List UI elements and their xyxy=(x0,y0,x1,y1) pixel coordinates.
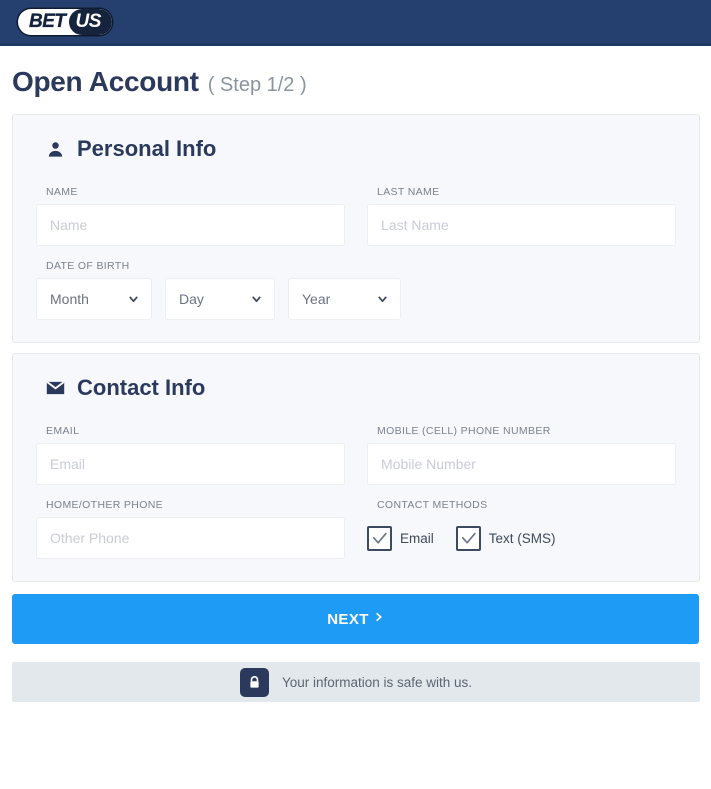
dob-label: DATE OF BIRTH xyxy=(46,260,130,272)
personal-info-title: Personal Info xyxy=(77,136,217,161)
other-phone-input[interactable] xyxy=(36,517,345,559)
dob-field-group: DATE OF BIRTH Month Day Year xyxy=(36,260,676,320)
mobile-input[interactable] xyxy=(367,443,676,485)
personal-info-heading: Personal Info xyxy=(44,136,676,162)
name-label: NAME xyxy=(46,186,78,198)
page-title: Open Account ( Step 1/2 ) xyxy=(0,46,711,114)
contact-info-heading: Contact Info xyxy=(44,375,676,401)
contact-method-email-label: Email xyxy=(400,530,434,546)
contact-methods-checkboxes: Email Text (SMS) xyxy=(367,517,676,559)
name-field-group: NAME xyxy=(36,186,345,246)
dob-selects: Month Day Year xyxy=(36,278,676,320)
other-phone-methods-row: HOME/OTHER PHONE CONTACT METHODS Email T… xyxy=(36,499,676,559)
next-button-content: NEXT xyxy=(327,610,384,628)
person-icon xyxy=(44,138,66,160)
mobile-label: MOBILE (CELL) PHONE NUMBER xyxy=(377,425,551,437)
contact-methods-group: CONTACT METHODS Email Text (SMS) xyxy=(367,499,676,559)
mobile-field-group: MOBILE (CELL) PHONE NUMBER xyxy=(367,425,676,485)
logo-text-us: US xyxy=(68,8,112,35)
chevron-right-icon xyxy=(373,610,384,628)
other-phone-field-group: HOME/OTHER PHONE xyxy=(36,499,345,559)
logo-text-bet: BET xyxy=(29,10,66,32)
checkbox-checked-icon[interactable] xyxy=(455,525,481,551)
dob-year-select[interactable]: Year xyxy=(288,278,401,320)
contact-methods-label: CONTACT METHODS xyxy=(377,499,488,511)
email-mobile-row: EMAIL MOBILE (CELL) PHONE NUMBER xyxy=(36,425,676,485)
name-row: NAME LAST NAME xyxy=(36,186,676,246)
brand-header-bar: BET US xyxy=(0,0,711,46)
next-button[interactable]: NEXT xyxy=(12,594,699,644)
betus-logo[interactable]: BET US xyxy=(18,8,112,35)
email-label: EMAIL xyxy=(46,425,80,437)
dob-year-wrap: Year xyxy=(288,278,401,320)
dob-month-wrap: Month xyxy=(36,278,152,320)
name-input[interactable] xyxy=(36,204,345,246)
step-indicator: ( Step 1/2 ) xyxy=(207,74,307,96)
security-notice: Your information is safe with us. xyxy=(12,662,700,702)
contact-method-email[interactable]: Email xyxy=(367,525,434,551)
dob-day-wrap: Day xyxy=(165,278,275,320)
next-button-label: NEXT xyxy=(327,610,369,628)
contact-info-panel: Contact Info EMAIL MOBILE (CELL) PHONE N… xyxy=(12,353,700,582)
lock-icon xyxy=(239,667,269,697)
email-input[interactable] xyxy=(36,443,345,485)
checkbox-checked-icon[interactable] xyxy=(367,525,392,551)
security-notice-text: Your information is safe with us. xyxy=(281,674,473,690)
last-name-label: LAST NAME xyxy=(377,186,440,198)
dob-month-select[interactable]: Month xyxy=(36,278,152,320)
dob-day-select[interactable]: Day xyxy=(165,278,275,320)
other-phone-label: HOME/OTHER PHONE xyxy=(46,499,164,511)
last-name-input[interactable] xyxy=(367,204,676,246)
email-field-group: EMAIL xyxy=(36,425,345,485)
contact-method-sms-label: Text (SMS) xyxy=(488,530,556,546)
envelope-icon xyxy=(44,377,66,399)
last-name-field-group: LAST NAME xyxy=(367,186,676,246)
personal-info-panel: Personal Info NAME LAST NAME DATE OF BIR… xyxy=(12,114,700,343)
contact-info-title: Contact Info xyxy=(77,375,206,400)
dob-row: DATE OF BIRTH Month Day Year xyxy=(36,260,676,320)
page-title-text: Open Account xyxy=(12,66,199,97)
contact-method-sms[interactable]: Text (SMS) xyxy=(455,525,556,551)
